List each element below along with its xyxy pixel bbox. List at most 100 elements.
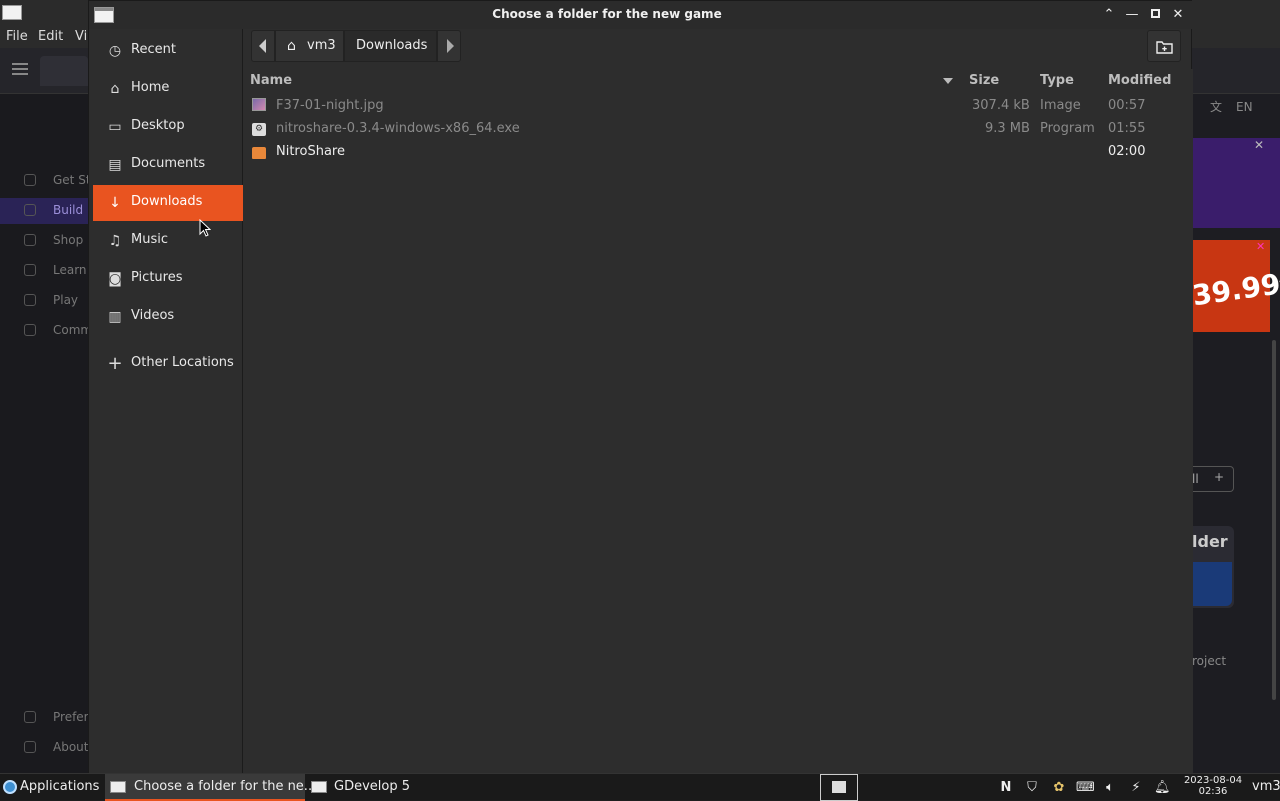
minimize-button[interactable]: — — [1123, 6, 1141, 24]
file-size: 307.4 kB — [972, 98, 1030, 113]
task-folder-chooser[interactable]: Choose a folder for the ne... — [105, 774, 316, 801]
dialog-titlebar[interactable]: Choose a folder for the new game ⌃ — ✕ — [89, 1, 1193, 29]
place-pictures[interactable]: ◙ Pictures — [93, 261, 243, 297]
project-text: roject — [1192, 654, 1227, 668]
column-name-header[interactable]: Name — [250, 73, 292, 88]
maximize-button[interactable] — [1146, 6, 1164, 24]
nav-icon — [24, 174, 36, 186]
nav-learn[interactable]: Learn — [0, 258, 88, 284]
close-button[interactable]: ✕ — [1169, 6, 1187, 24]
column-modified-header[interactable]: Modified — [1108, 73, 1171, 88]
background-scrollbar[interactable] — [1272, 340, 1276, 700]
file-name: NitroShare — [276, 144, 345, 159]
close-icon: ✕ — [1172, 7, 1184, 22]
menu-file[interactable]: File — [6, 29, 28, 44]
file-row[interactable]: F37-01-night.jpg 307.4 kB Image 00:57 — [243, 95, 1193, 118]
info-icon — [24, 741, 36, 753]
clock-time: 02:36 — [1198, 786, 1228, 797]
document-icon: ▤ — [108, 157, 122, 173]
nitroshare-tray-icon[interactable]: N — [998, 780, 1014, 796]
updater-icon[interactable]: ✿ — [1051, 780, 1067, 796]
plus-icon: + — [107, 353, 123, 374]
nav-get-started[interactable]: Get St — [0, 168, 91, 194]
path-segment-home[interactable]: ⌂ vm3 — [275, 30, 344, 62]
home-icon: ⌂ — [110, 81, 120, 97]
column-size-header[interactable]: Size — [969, 73, 999, 88]
download-icon: ↓ — [109, 195, 121, 211]
dialog-title: Choose a folder for the new game — [492, 7, 722, 21]
workspace-switcher[interactable] — [820, 774, 858, 801]
shade-button[interactable]: ⌃ — [1100, 6, 1118, 24]
menu-view[interactable]: Vi — [75, 29, 87, 44]
shield-icon[interactable]: ⛉ — [1024, 780, 1040, 796]
nav-icon — [24, 234, 36, 246]
nav-icon — [24, 294, 36, 306]
task-gdevelop[interactable]: GDevelop 5 — [306, 774, 466, 801]
background-app-icon — [2, 5, 22, 20]
film-icon: ▥ — [108, 309, 122, 325]
file-row[interactable]: ⚙ nitroshare-0.3.4-windows-x86_64.exe 9.… — [243, 118, 1193, 141]
new-folder-icon — [1156, 41, 1173, 54]
volume-icon[interactable]: 🔈︎ — [1102, 780, 1118, 796]
language-selector[interactable]: 文 EN — [1210, 98, 1253, 115]
see-all-button[interactable]: ll + — [1192, 466, 1234, 492]
nav-icon — [24, 264, 36, 276]
places-sidebar: ◷ Recent ⌂ Home ▭ Desktop ▤ Documents ↓ Downl… — [89, 29, 243, 774]
announcement-banner: ✕ — [1192, 138, 1280, 228]
close-icon[interactable]: ✕ — [1256, 240, 1265, 253]
power-icon[interactable]: ⚡︎ — [1128, 780, 1144, 796]
nav-preferences[interactable]: Prefer — [0, 705, 89, 731]
background-sidebar: Get St Build Shop Learn Play Comm Prefer… — [0, 94, 92, 773]
path-back-button[interactable] — [251, 30, 275, 62]
card-image — [1192, 562, 1232, 606]
keyboard-icon[interactable]: ⌨ — [1076, 780, 1095, 796]
place-desktop[interactable]: ▭ Desktop — [93, 109, 243, 145]
workspace-window-icon — [832, 781, 846, 793]
home-tab[interactable] — [40, 56, 88, 86]
window-icon — [311, 781, 327, 793]
applications-menu-button[interactable]: Applications — [0, 774, 104, 801]
notification-bell-icon[interactable]: 🔔︎ — [1154, 780, 1171, 796]
minimize-icon: — — [1125, 7, 1139, 22]
mouse-cursor-icon — [199, 219, 211, 237]
file-modified: 01:55 — [1108, 121, 1146, 136]
window-icon — [110, 781, 126, 793]
place-recent[interactable]: ◷ Recent — [93, 33, 243, 69]
maximize-icon — [1150, 9, 1160, 18]
place-documents[interactable]: ▤ Documents — [93, 147, 243, 183]
nav-shop[interactable]: Shop — [0, 228, 88, 254]
open-folder-card[interactable]: lder — [1192, 526, 1234, 608]
path-forward-button[interactable] — [437, 30, 461, 62]
hamburger-icon[interactable] — [12, 63, 28, 65]
nav-play[interactable]: Play — [0, 288, 88, 314]
promo-card[interactable]: ✕ 39.99€ — [1190, 240, 1280, 332]
file-list: Name Size Type Modified F37-01-night.jpg… — [243, 69, 1193, 774]
taskbar: Applications Choose a folder for the ne.… — [0, 773, 1280, 801]
user-menu[interactable]: vm3 — [1250, 774, 1280, 801]
gear-icon — [24, 711, 36, 723]
place-videos[interactable]: ▥ Videos — [93, 299, 243, 335]
clock-date: 2023-08-04 — [1183, 775, 1243, 786]
plus-icon: + — [1214, 470, 1225, 484]
file-name: nitroshare-0.3.4-windows-x86_64.exe — [276, 121, 520, 136]
file-name: F37-01-night.jpg — [276, 98, 384, 113]
column-type-header[interactable]: Type — [1040, 73, 1074, 88]
path-segment-downloads[interactable]: Downloads — [344, 30, 437, 62]
nav-community[interactable]: Comm — [0, 318, 92, 344]
new-folder-button[interactable] — [1147, 30, 1181, 62]
music-icon: ♫ — [108, 233, 122, 249]
place-other-locations[interactable]: + Other Locations — [93, 346, 243, 382]
menu-edit[interactable]: Edit — [38, 29, 63, 44]
place-music[interactable]: ♫ Music — [93, 223, 243, 259]
nav-build[interactable]: Build — [0, 198, 88, 224]
file-row[interactable]: NitroShare 02:00 — [243, 141, 1193, 164]
camera-icon: ◙ — [108, 271, 122, 287]
close-icon[interactable]: ✕ — [1254, 138, 1264, 152]
background-main-area: 文 EN ✕ ✕ 39.99€ ll + lder roject — [1190, 94, 1280, 773]
translate-icon: 文 — [1210, 100, 1223, 114]
place-downloads[interactable]: ↓ Downloads — [93, 185, 243, 221]
sort-down-icon[interactable] — [943, 78, 953, 84]
place-home[interactable]: ⌂ Home — [93, 71, 243, 107]
nav-about[interactable]: About — [0, 735, 88, 761]
clock[interactable]: 2023-08-04 02:36 — [1180, 774, 1246, 801]
